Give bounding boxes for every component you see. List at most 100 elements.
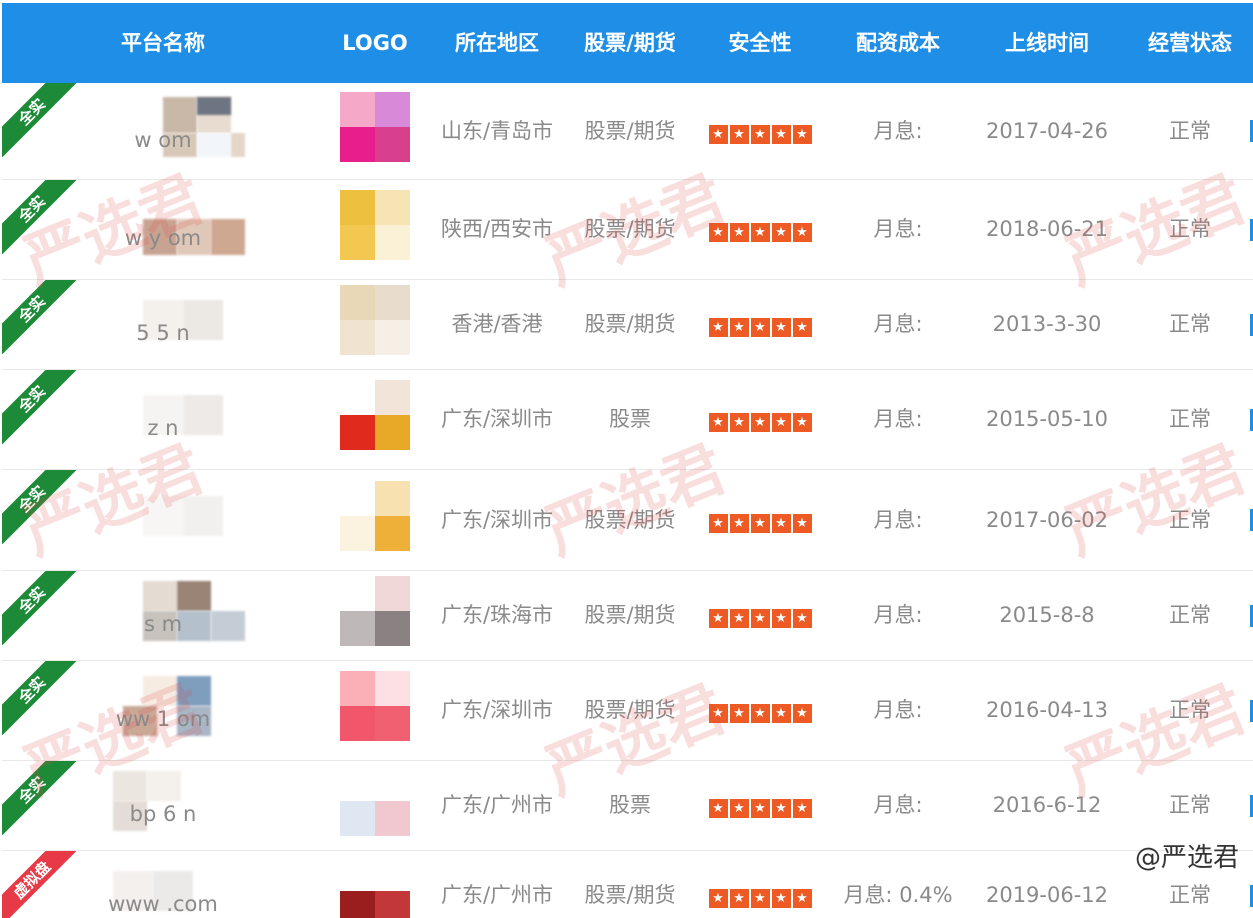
logo-tile bbox=[340, 91, 375, 127]
type-cell: 股票/期货 bbox=[584, 507, 676, 532]
verification-badge: 全实 bbox=[2, 570, 76, 645]
platform-name-cell[interactable]: 虚拟盘 www .com bbox=[2, 850, 324, 918]
platform-url: z n bbox=[147, 416, 179, 440]
platform-table: 平台名称 LOGO 所在地区 股票/期货 安全性 配资成本 上线时间 经营状态 … bbox=[2, 3, 1253, 918]
star-icon: ★ bbox=[750, 124, 770, 144]
header-logo: LOGO bbox=[342, 30, 408, 55]
platform-url: 5 5 n bbox=[136, 321, 190, 345]
platform-url: bp 6 n bbox=[129, 802, 197, 826]
star-rating: ★ ★ ★ ★ ★ bbox=[708, 889, 812, 908]
platform-name-cell[interactable]: 全实 s m bbox=[2, 570, 324, 660]
verification-badge: 全实 bbox=[2, 83, 76, 157]
safety-rating-cell: ★ ★ ★ ★ ★ bbox=[692, 850, 828, 918]
platform-name-cell[interactable]: 全实 5 5 n bbox=[2, 279, 324, 369]
logo-tile bbox=[375, 415, 410, 450]
credit-text: @严选君 bbox=[1134, 843, 1239, 873]
region-cell: 广东/深圳市 bbox=[440, 507, 554, 532]
logo-tile bbox=[375, 480, 410, 516]
star-rating: ★ ★ ★ ★ ★ bbox=[708, 513, 812, 533]
star-icon: ★ bbox=[708, 704, 728, 723]
platform-name-cell[interactable]: 全实 bp 6 n bbox=[2, 760, 324, 850]
star-icon: ★ bbox=[729, 223, 749, 242]
platform-name-cell[interactable]: 全实 w om bbox=[2, 83, 324, 179]
platform-name-cell[interactable]: 全实 w y om bbox=[2, 179, 324, 279]
logo-tile bbox=[375, 225, 410, 260]
cost-cell: 月息: bbox=[873, 407, 923, 431]
redaction-block bbox=[197, 96, 231, 115]
platform-name-cell[interactable]: 全实 ww 1 om bbox=[2, 660, 324, 760]
logo-cell bbox=[324, 469, 426, 570]
star-icon: ★ bbox=[708, 889, 728, 908]
status-cell: 正常 bbox=[1126, 279, 1253, 369]
table-row[interactable]: 虚拟盘 www .com 广东/广州市 股票/期货 ★ ★ ★ ★ ★ 月息: 0.4% 2019-… bbox=[2, 850, 1253, 918]
logo-tile bbox=[340, 320, 375, 355]
page: { "headers": ["平台名称", "LOGO", "所在地区", "股… bbox=[0, 0, 1253, 918]
star-rating: ★ ★ ★ ★ ★ bbox=[708, 704, 812, 723]
platform-name-cell[interactable]: 全实 bbox=[2, 469, 324, 570]
platform-site[interactable]: bp 6 n bbox=[73, 771, 253, 831]
logo-tile bbox=[375, 611, 410, 646]
star-icon: ★ bbox=[750, 609, 770, 628]
platform-logo bbox=[340, 766, 410, 836]
logo-cell bbox=[324, 570, 426, 660]
table-row[interactable]: 全实 z n 广东/深圳市 股票 ★ ★ ★ ★ ★ 月息: 2015-05-10 正常 bbox=[2, 369, 1253, 469]
logo-tile bbox=[340, 706, 375, 741]
platform-name-cell[interactable]: 全实 z n bbox=[2, 369, 324, 469]
star-icon: ★ bbox=[792, 223, 812, 242]
header-platform-name: 平台名称 bbox=[121, 30, 205, 55]
star-icon: ★ bbox=[771, 318, 791, 337]
region-cell: 山东/青岛市 bbox=[440, 118, 554, 143]
table-row[interactable]: 全实 ww 1 om 广东/深圳市 股票/期货 ★ ★ ★ ★ ★ 月息: 2016-04-13 正常 bbox=[2, 660, 1253, 760]
status-cell: 正常 bbox=[1126, 83, 1253, 179]
platform-logo bbox=[340, 380, 410, 450]
online-date-cell: 2015-8-8 bbox=[999, 603, 1095, 627]
table-row[interactable]: 全实 s m 广东/珠海市 股票/期货 ★ ★ ★ ★ ★ 月息: 2015-8-8 正常 bbox=[2, 570, 1253, 660]
online-date-cell: 2013-3-30 bbox=[992, 312, 1102, 336]
logo-tile bbox=[375, 856, 410, 891]
platform-site[interactable]: w om bbox=[73, 96, 253, 157]
logo-tile bbox=[375, 766, 410, 801]
online-date-cell: 2019-06-12 bbox=[985, 883, 1109, 907]
table-row[interactable]: 全实 5 5 n 香港/香港 股票/期货 ★ ★ ★ ★ ★ 月息: 2013-3-30 正常 bbox=[2, 279, 1253, 369]
cost-cell: 月息: 0.4% bbox=[843, 883, 953, 907]
logo-tile bbox=[375, 706, 410, 741]
star-rating: ★ ★ ★ ★ ★ bbox=[708, 124, 812, 144]
region-cell: 广东/广州市 bbox=[440, 793, 554, 817]
star-icon: ★ bbox=[708, 513, 728, 533]
safety-rating-cell: ★ ★ ★ ★ ★ bbox=[692, 369, 828, 469]
online-date-cell: 2016-6-12 bbox=[992, 793, 1102, 817]
platform-site[interactable]: z n bbox=[73, 385, 253, 445]
star-icon: ★ bbox=[729, 513, 749, 533]
logo-tile bbox=[340, 285, 375, 320]
star-rating: ★ ★ ★ ★ ★ bbox=[708, 799, 812, 818]
logo-tile bbox=[340, 225, 375, 260]
table-row[interactable]: 全实 bp 6 n 广东/广州市 股票 ★ ★ ★ ★ ★ 月息: 2016-6-12 正常 bbox=[2, 760, 1253, 850]
logo-cell bbox=[324, 760, 426, 850]
star-icon: ★ bbox=[750, 513, 770, 533]
redaction-block bbox=[143, 676, 177, 706]
badge-label: 全实 bbox=[2, 83, 76, 157]
verification-badge: 全实 bbox=[2, 179, 76, 254]
star-icon: ★ bbox=[708, 799, 728, 818]
star-icon: ★ bbox=[792, 124, 812, 144]
platform-site[interactable]: w y om bbox=[73, 195, 253, 255]
platform-site[interactable]: 5 5 n bbox=[73, 290, 253, 350]
logo-tile bbox=[340, 611, 375, 646]
star-icon: ★ bbox=[771, 889, 791, 908]
header-region: 所在地区 bbox=[455, 30, 539, 55]
safety-rating-cell: ★ ★ ★ ★ ★ bbox=[692, 660, 828, 760]
star-icon: ★ bbox=[729, 318, 749, 337]
safety-rating-cell: ★ ★ ★ ★ ★ bbox=[692, 570, 828, 660]
platform-site[interactable] bbox=[73, 486, 253, 546]
platform-site[interactable]: s m bbox=[73, 581, 253, 641]
table-row[interactable]: 全实 w y om 陕西/西安市 股票/期货 ★ ★ ★ ★ ★ 月息: 2018-06-21 正常 bbox=[2, 179, 1253, 279]
status-cell: 正常 bbox=[1126, 660, 1253, 760]
table-row[interactable]: 全实 w om 山东/青岛市 股票/期货 ★ ★ ★ ★ ★ 月息: 2017-04-26 正常 bbox=[2, 83, 1253, 179]
region-cell: 广东/珠海市 bbox=[440, 603, 554, 627]
star-icon: ★ bbox=[708, 318, 728, 337]
star-icon: ★ bbox=[750, 799, 770, 818]
platform-site[interactable]: www .com bbox=[73, 861, 253, 918]
table-row[interactable]: 全实 广东/深圳市 股票/期货 ★ ★ ★ ★ ★ 月息: 2017-06-02 正常 bbox=[2, 469, 1253, 570]
platform-site[interactable]: ww 1 om bbox=[73, 676, 253, 736]
logo-tile bbox=[375, 91, 410, 127]
